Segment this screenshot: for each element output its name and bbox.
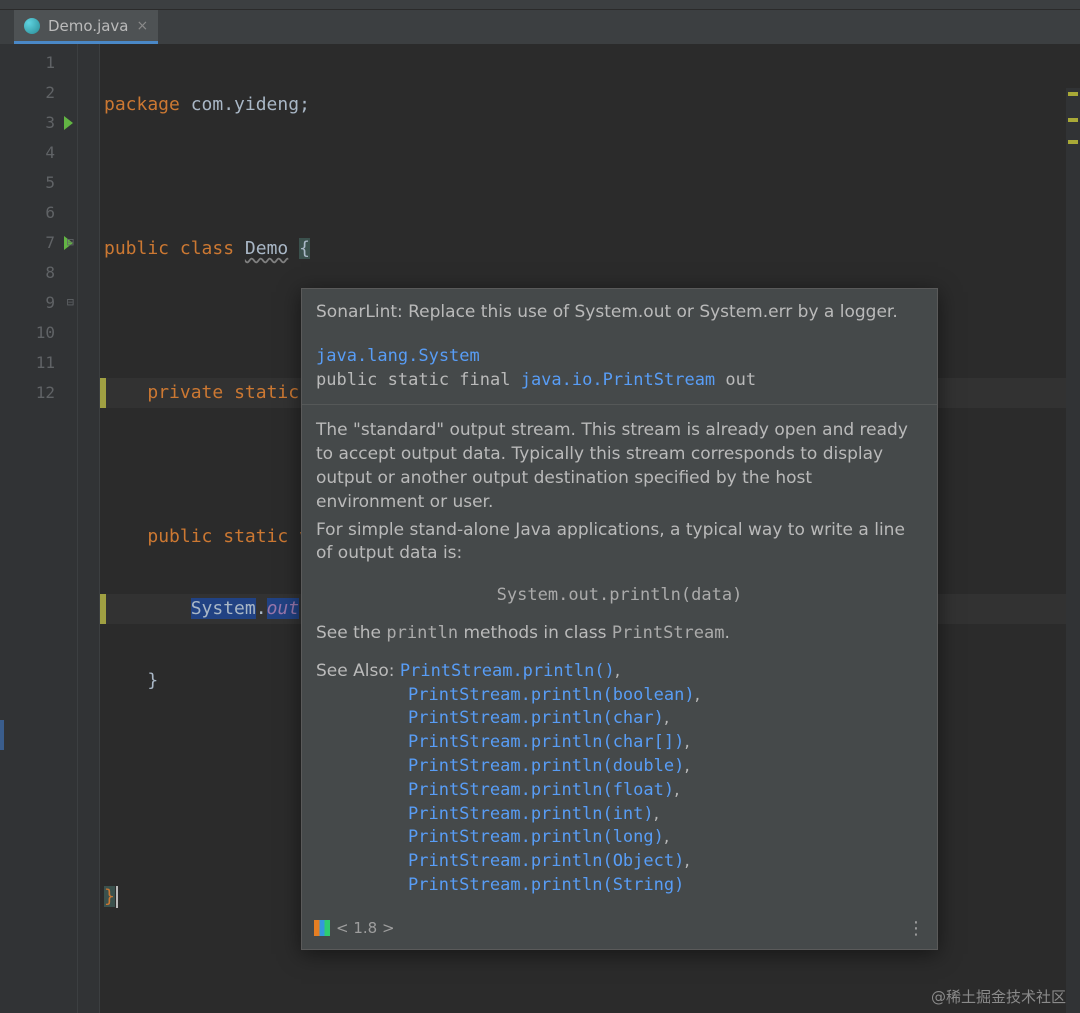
run-gutter-icon[interactable] bbox=[64, 116, 73, 130]
line-number: 2 bbox=[0, 78, 77, 108]
see-also-link[interactable]: PrintStream.println(char) bbox=[408, 708, 664, 728]
line-number: 1 bbox=[0, 48, 77, 78]
warning-marker[interactable] bbox=[1068, 118, 1078, 122]
tooltip-footer: < 1.8 > ⋮ bbox=[302, 910, 937, 949]
line-number: 12 bbox=[0, 378, 77, 408]
file-tab[interactable]: Demo.java × bbox=[14, 10, 158, 44]
see-also-link[interactable]: PrintStream.println(String) bbox=[408, 875, 684, 895]
see-also-link[interactable]: PrintStream.println(char[]) bbox=[408, 732, 684, 752]
line-number: 6 bbox=[0, 198, 77, 228]
doc-paragraph: For simple stand-alone Java applications… bbox=[316, 519, 923, 567]
breakpoint-strip bbox=[0, 720, 4, 750]
scrollbar-track[interactable] bbox=[1066, 88, 1080, 1013]
see-also-link[interactable]: PrintStream.println(float) bbox=[408, 780, 674, 800]
see-also-link[interactable]: PrintStream.println(int) bbox=[408, 804, 654, 824]
warning-marker[interactable] bbox=[1068, 140, 1078, 144]
java-class-icon bbox=[24, 18, 40, 34]
line-number: 5 bbox=[0, 168, 77, 198]
identifier-out: out bbox=[267, 598, 300, 619]
warning-marker[interactable] bbox=[1068, 92, 1078, 96]
fold-end-icon[interactable]: ⊟ bbox=[62, 296, 74, 308]
tab-filename: Demo.java bbox=[48, 17, 129, 35]
class-name: Demo bbox=[245, 238, 288, 259]
class-link[interactable]: java.lang.System bbox=[316, 346, 480, 366]
line-number: 10 bbox=[0, 318, 77, 348]
see-also-block: See Also: PrintStream.println(), PrintSt… bbox=[302, 660, 937, 910]
top-spacer bbox=[0, 0, 1080, 10]
see-also-link[interactable]: PrintStream.println(Object) bbox=[408, 851, 684, 871]
fold-gutter: ⊟ ⊟ bbox=[78, 44, 100, 1013]
doc-paragraph: The "standard" output stream. This strea… bbox=[316, 419, 923, 514]
caret bbox=[116, 886, 118, 908]
doc-see-line: See the println methods in class PrintSt… bbox=[316, 622, 923, 646]
doc-example: System.out.println(data) bbox=[316, 570, 923, 622]
more-icon[interactable]: ⋮ bbox=[907, 916, 925, 941]
line-number: 11 bbox=[0, 348, 77, 378]
type-link[interactable]: java.io.PrintStream bbox=[521, 370, 715, 390]
line-number-gutter: 1 2 3 4 5 6 7 8 9 10 11 12 bbox=[0, 44, 78, 1013]
fold-icon[interactable]: ⊟ bbox=[62, 236, 74, 248]
see-also-link[interactable]: PrintStream.println(double) bbox=[408, 756, 684, 776]
line-number: 4 bbox=[0, 138, 77, 168]
sonarlint-message: SonarLint: Replace this use of System.ou… bbox=[302, 289, 937, 335]
tab-bar: Demo.java × bbox=[0, 10, 1080, 44]
change-marker bbox=[100, 378, 106, 408]
change-marker bbox=[100, 594, 106, 624]
line-number: 3 bbox=[0, 108, 77, 138]
watermark: @稀土掘金技术社区 bbox=[931, 986, 1066, 1007]
close-icon[interactable]: × bbox=[137, 18, 149, 34]
see-also-link[interactable]: PrintStream.println() bbox=[400, 661, 615, 681]
signature-block: java.lang.System public static final jav… bbox=[302, 335, 937, 406]
documentation-tooltip: SonarLint: Replace this use of System.ou… bbox=[301, 288, 938, 950]
see-also-label: See Also: bbox=[316, 661, 400, 681]
library-icon bbox=[314, 920, 330, 936]
doc-body: The "standard" output stream. This strea… bbox=[302, 405, 937, 659]
see-also-link[interactable]: PrintStream.println(boolean) bbox=[408, 685, 695, 705]
line-number: 8 bbox=[0, 258, 77, 288]
jdk-version: < 1.8 > bbox=[336, 918, 395, 939]
see-also-link[interactable]: PrintStream.println(long) bbox=[408, 827, 664, 847]
